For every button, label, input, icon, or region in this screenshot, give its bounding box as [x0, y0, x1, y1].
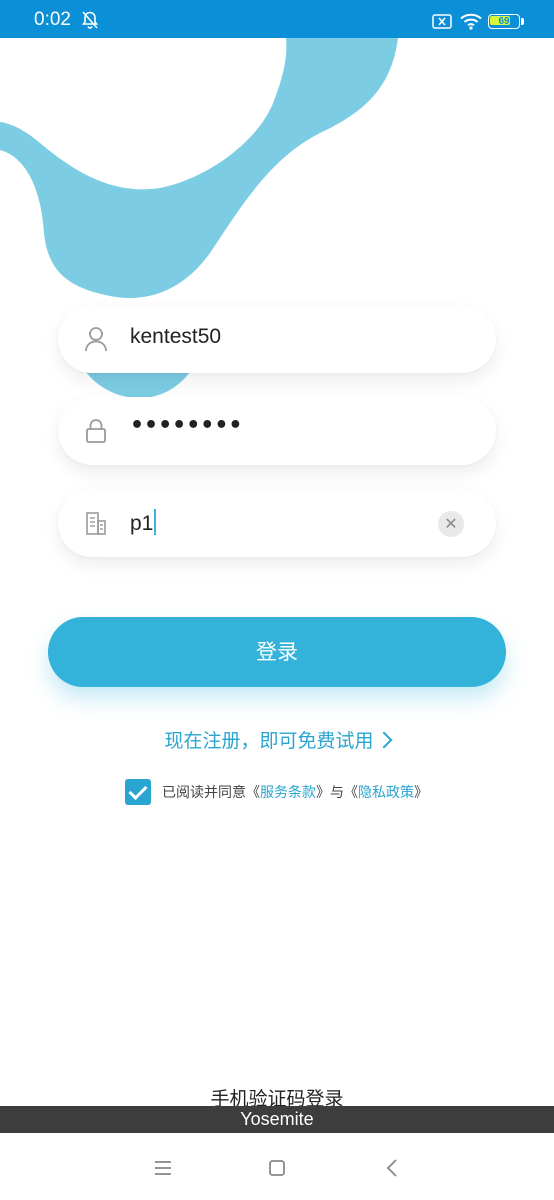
system-nav-bar — [0, 1133, 554, 1200]
menu-icon[interactable] — [150, 1155, 176, 1181]
status-time: 0:02 — [34, 9, 71, 30]
password-input-value[interactable]: •••••••• — [130, 413, 243, 438]
username-field[interactable]: kentest50 — [58, 305, 496, 373]
agreement-checkbox[interactable] — [125, 779, 151, 805]
login-button[interactable]: 登录 — [48, 617, 506, 687]
building-icon — [86, 512, 106, 535]
register-link[interactable]: 现在注册，即可免费试用 — [0, 726, 554, 753]
password-field[interactable]: •••••••• — [58, 397, 496, 465]
wifi-icon — [460, 13, 482, 30]
status-bar: 0:02 69 — [0, 0, 554, 38]
caption-bar: Yosemite — [0, 1106, 554, 1133]
no-sim-icon — [432, 14, 452, 29]
chevron-right-icon — [375, 731, 392, 749]
battery-level: 69 — [498, 16, 510, 27]
agreement-row: 已阅读并同意《服务条款》与《隐私政策》 — [125, 779, 428, 805]
agreement-text: 已阅读并同意《服务条款》与《隐私政策》 — [162, 782, 428, 802]
privacy-link[interactable]: 隐私政策 — [358, 785, 414, 801]
company-input[interactable]: p1 — [130, 509, 157, 536]
company-input-value: p1 — [130, 512, 154, 535]
username-input-value[interactable]: kentest50 — [130, 325, 221, 349]
clear-input-icon[interactable]: ✕ — [438, 511, 464, 537]
battery-icon: 69 — [488, 14, 524, 29]
agreement-suffix: 》 — [414, 785, 428, 801]
bell-muted-icon — [81, 11, 99, 29]
register-link-label: 现在注册，即可免费试用 — [164, 730, 374, 752]
home-icon[interactable] — [264, 1155, 290, 1181]
company-field[interactable]: p1 ✕ — [58, 489, 496, 557]
terms-link[interactable]: 服务条款 — [260, 785, 316, 801]
back-icon[interactable] — [380, 1155, 406, 1181]
lock-icon — [86, 419, 106, 443]
user-icon — [85, 327, 107, 352]
text-cursor — [154, 509, 157, 535]
agreement-prefix: 已阅读并同意《 — [162, 785, 260, 801]
agreement-mid: 》与《 — [316, 785, 358, 801]
